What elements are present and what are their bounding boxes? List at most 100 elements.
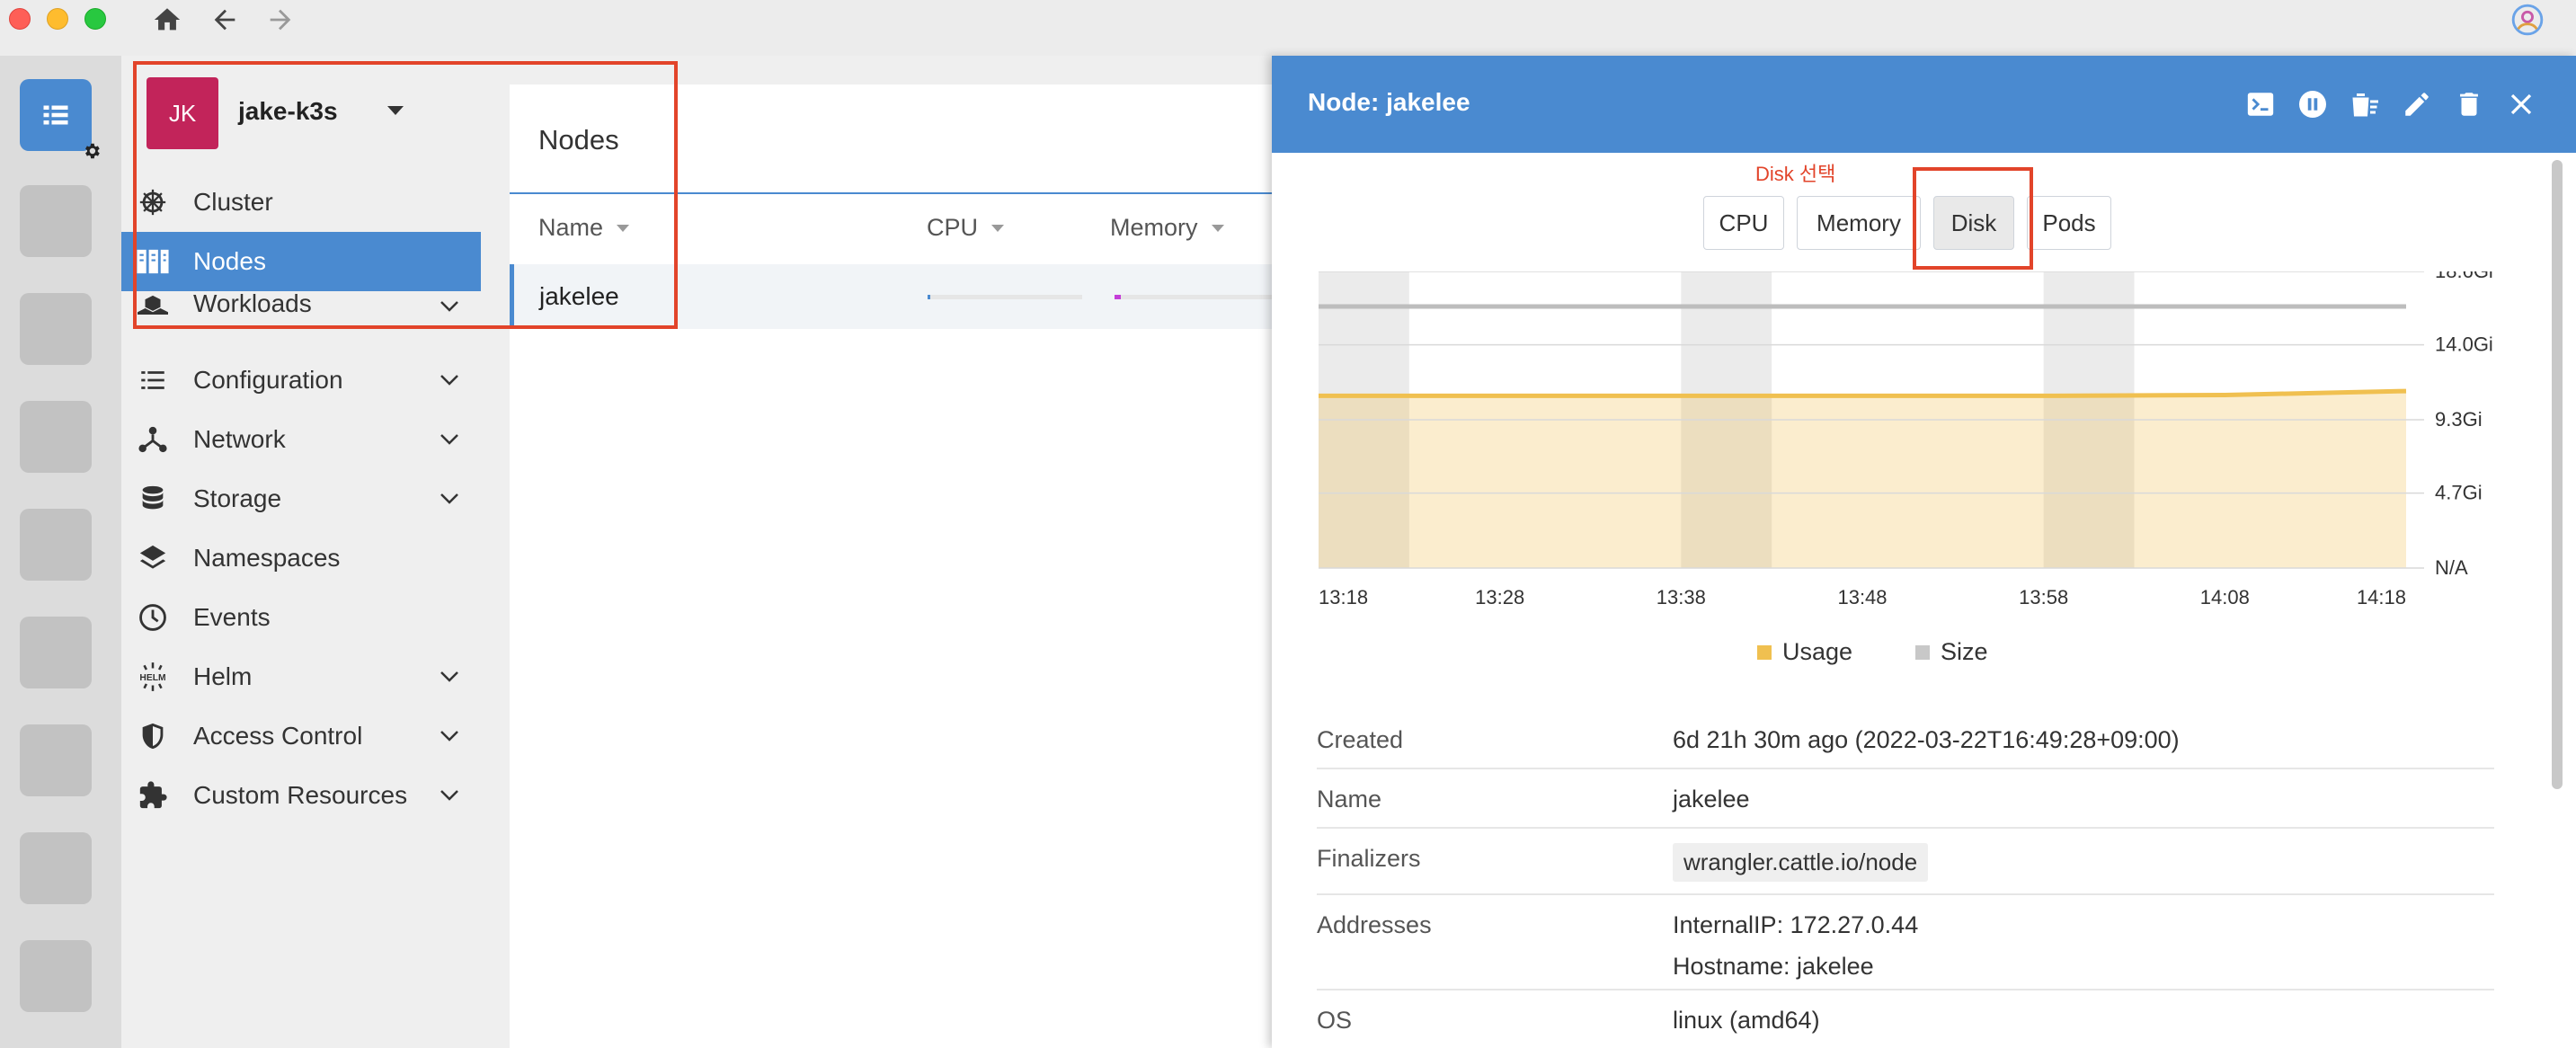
detail-key: Name (1317, 786, 1382, 813)
minimize-window-button[interactable] (47, 8, 68, 30)
pause-icon[interactable] (2295, 86, 2331, 122)
page-title: Nodes (538, 124, 619, 155)
x-tick-label: 13:18 (1319, 586, 1368, 608)
column-label: CPU (927, 214, 979, 241)
arrow-left-icon[interactable] (207, 2, 243, 38)
cluster-name: jake-k3s (238, 97, 338, 125)
sort-caret-icon (1211, 224, 1224, 232)
chevron-down-icon[interactable] (436, 426, 463, 453)
caret-down-icon (386, 104, 405, 121)
usage-series-line (1319, 388, 2407, 398)
terminal-icon[interactable] (2243, 86, 2278, 122)
database-icon (136, 482, 170, 516)
drawer-scrollbar[interactable] (2552, 160, 2563, 789)
tab-cpu[interactable]: CPU (1703, 196, 1784, 250)
sidebar-item-helm[interactable]: HELM Helm (121, 647, 481, 706)
legend-swatch-usage (1757, 644, 1772, 660)
tab-disk[interactable]: Disk (1933, 196, 2014, 250)
user-circle-icon[interactable] (2509, 2, 2545, 38)
network-icon (136, 422, 170, 457)
detail-value: Hostname: jakelee (1673, 953, 1874, 980)
cpu-usage-bar (928, 295, 1082, 299)
y-tick-label: 9.3Gi (2435, 408, 2483, 431)
legend-usage[interactable]: Usage (1757, 638, 1852, 666)
cluster-hotbar-item[interactable] (20, 185, 92, 257)
cluster-hotbar-item[interactable] (20, 401, 92, 473)
chevron-down-icon[interactable] (436, 782, 463, 809)
legend-size[interactable]: Size (1915, 638, 1988, 666)
cluster-hotbar-item[interactable] (20, 617, 92, 688)
y-tick-label: N/A (2435, 556, 2468, 579)
detail-value: 6d 21h 30m ago (2022-03-22T16:49:28+09:0… (1673, 726, 2180, 753)
finalizer-chip: wrangler.cattle.io/node (1673, 843, 1929, 882)
chevron-down-icon[interactable] (436, 663, 463, 690)
legend-label: Size (1941, 638, 1988, 665)
cluster-hotbar-item[interactable] (20, 293, 92, 365)
detail-row-created: Created 6d 21h 30m ago (2022-03-22T16:49… (1317, 710, 2494, 769)
delete-icon[interactable] (2451, 86, 2487, 122)
detail-value: linux (amd64) (1673, 1007, 1820, 1034)
sidebar-item-nodes[interactable]: Nodes (121, 232, 481, 291)
sidebar-item-access-control[interactable]: Access Control (121, 706, 481, 766)
chevron-down-icon[interactable] (436, 723, 463, 750)
tab-pods[interactable]: Pods (2027, 196, 2111, 250)
chevron-down-icon[interactable] (436, 367, 463, 394)
x-tick-label: 14:08 (2200, 586, 2250, 608)
chevron-down-icon[interactable] (436, 293, 463, 315)
close-window-button[interactable] (9, 8, 31, 30)
column-header-memory[interactable]: Memory (1110, 214, 1225, 242)
cluster-hotbar-item[interactable] (20, 509, 92, 581)
cluster-rail (0, 56, 121, 1048)
detail-row-finalizers: Finalizers wrangler.cattle.io/node (1317, 829, 2494, 895)
table-row[interactable]: jakelee (510, 264, 1278, 329)
sidebar-item-storage[interactable]: Storage (121, 469, 481, 528)
legend-label: Usage (1782, 638, 1853, 665)
x-tick-label: 14:18 (2357, 586, 2406, 608)
sidebar-item-workloads[interactable]: Workloads (121, 288, 481, 315)
helm-wheel-icon (136, 185, 170, 219)
sidebar-item-namespaces[interactable]: Namespaces (121, 528, 481, 588)
sidebar-item-network[interactable]: Network (121, 410, 481, 469)
close-icon[interactable] (2503, 86, 2539, 122)
sidebar-item-label: Namespaces (193, 544, 341, 572)
node-detail-drawer: Node: jakelee Disk 선택 CPU Memory Disk Po… (1272, 56, 2576, 1048)
sidebar-item-cluster[interactable]: Cluster (121, 173, 481, 232)
detail-value: jakelee (1673, 786, 1750, 813)
sidebar-item-label: Nodes (193, 247, 266, 275)
list-icon (136, 363, 170, 397)
arrow-right-icon[interactable] (262, 2, 298, 38)
column-label: Memory (1110, 214, 1198, 241)
chevron-down-icon[interactable] (436, 485, 463, 512)
cubes-icon (136, 291, 170, 315)
sidebar-item-configuration[interactable]: Configuration (121, 351, 481, 410)
cluster-hotbar-item[interactable] (20, 832, 92, 904)
column-header-cpu[interactable]: CPU (927, 214, 1005, 242)
detail-key: OS (1317, 1007, 1353, 1034)
sidebar-item-label: Workloads (193, 289, 312, 315)
detail-key: Addresses (1317, 911, 1432, 938)
cluster-hotbar-item[interactable] (20, 724, 92, 796)
disk-usage-chart: 18.6Gi 14.0Gi 9.3Gi 4.7Gi N/A 13:18 13:28 13:38… (1319, 271, 2493, 608)
tab-memory[interactable]: Memory (1797, 196, 1921, 250)
maximize-window-button[interactable] (84, 8, 106, 30)
drain-icon[interactable] (2347, 86, 2383, 122)
gear-icon[interactable] (81, 140, 102, 162)
column-header-name[interactable]: Name (538, 214, 630, 242)
window-titlebar (0, 0, 2576, 56)
detail-key: Finalizers (1317, 845, 1421, 872)
sidebar-item-label: Helm (193, 662, 253, 690)
home-icon[interactable] (149, 2, 185, 38)
legend-swatch-size (1915, 644, 1930, 660)
sidebar-item-label: Custom Resources (193, 781, 408, 809)
drawer-header: Node: jakelee (1272, 56, 2576, 153)
sidebar-item-events[interactable]: Events (121, 588, 481, 647)
sidebar-scroll-clip: Workloads (121, 288, 481, 315)
sidebar-item-custom-resources[interactable]: Custom Resources (121, 766, 481, 825)
column-label: Name (538, 214, 604, 241)
detail-row-name: Name jakelee (1317, 769, 2494, 829)
cluster-hotbar-item[interactable] (20, 940, 92, 1012)
edit-icon[interactable] (2399, 86, 2435, 122)
y-tick-label: 4.7Gi (2435, 482, 2483, 504)
memory-usage-bar (1115, 295, 1278, 299)
cluster-selector[interactable]: JK jake-k3s (147, 77, 470, 149)
